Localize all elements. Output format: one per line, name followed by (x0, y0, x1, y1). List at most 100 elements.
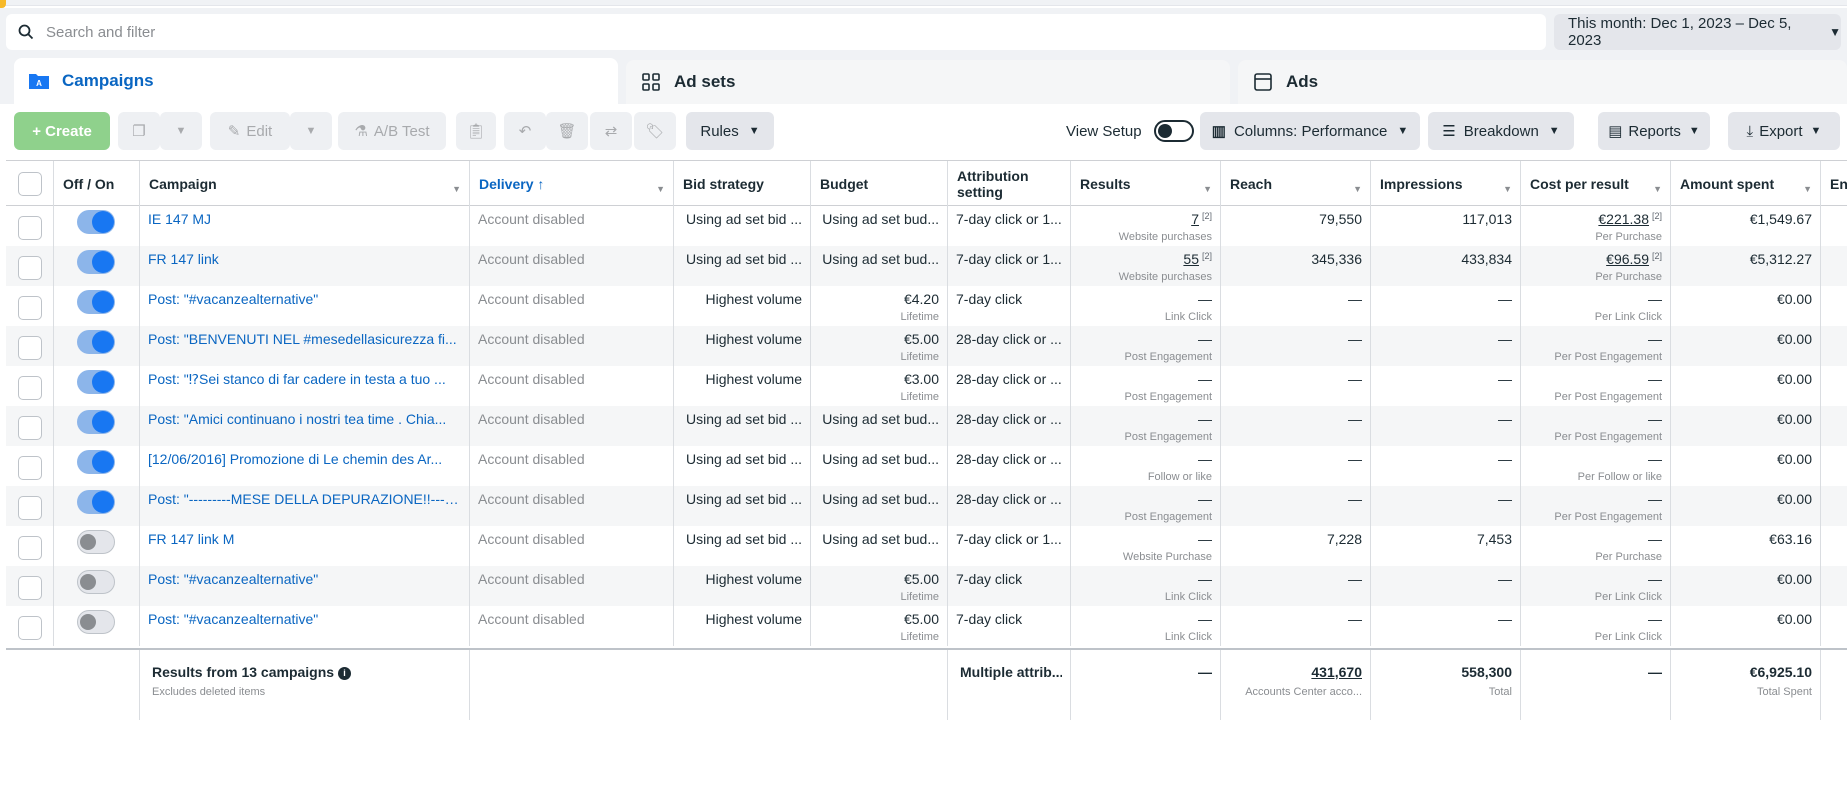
reach-cell: — (1221, 606, 1371, 646)
row-checkbox[interactable] (18, 576, 42, 600)
campaign-name[interactable]: Post: "Amici continuano i nostri tea tim… (148, 411, 446, 427)
row-checkbox[interactable] (18, 256, 42, 280)
table-row[interactable]: FR 147 link Account disabled Using ad set … (6, 246, 1847, 286)
row-checkbox[interactable] (18, 416, 42, 440)
table-row[interactable]: Post: "#vacanzealternative" Account disab… (6, 566, 1847, 606)
amount-spent: €0.00 (1776, 491, 1812, 507)
results-sub: Follow or like (1147, 471, 1212, 483)
clipboard-button[interactable]: 📋︎ (456, 112, 496, 150)
campaign-toggle[interactable] (77, 290, 115, 314)
cost-per-result-sub: Per Post Engagement (1554, 351, 1662, 363)
table-row[interactable]: Post: "#vacanzealternative" Account disab… (6, 606, 1847, 646)
table-row[interactable]: [12/06/2016] Promozione di Le chemin des… (6, 446, 1847, 486)
results[interactable]: 7 (1191, 211, 1199, 227)
campaign-name[interactable]: Post: "⁉Sei stanco di far cadere in test… (148, 371, 446, 387)
table-row[interactable]: FR 147 link M Account disabled Using ad se… (6, 526, 1847, 566)
row-checkbox[interactable] (18, 336, 42, 360)
campaign-name[interactable]: Post: "BENVENUTI NEL #mesedellasicurezza… (148, 331, 457, 347)
campaign-name[interactable]: FR 147 link (148, 251, 219, 267)
reach-cell: 345,336 (1221, 246, 1371, 286)
campaign-name[interactable]: Post: "---------MESE DELLA DEPURAZIONE!!… (148, 491, 461, 507)
edit-button[interactable]: ✎ Edit (210, 112, 290, 150)
reports-button[interactable]: ▤ Reports ▼ (1598, 112, 1710, 150)
header-cost-per-result[interactable]: Cost per result ▼ (1521, 161, 1671, 207)
date-range-button[interactable]: This month: Dec 1, 2023 – Dec 5, 2023 ▼ (1554, 14, 1841, 50)
row-checkbox[interactable] (18, 296, 42, 320)
table-row[interactable]: Post: "BENVENUTI NEL #mesedellasicurezza… (6, 326, 1847, 366)
end-cell (1821, 286, 1847, 326)
campaign-name[interactable]: FR 147 link M (148, 531, 234, 547)
create-button[interactable]: + Create (14, 112, 110, 150)
delete-button[interactable]: 🗑︎ (546, 112, 588, 150)
chk-cell (6, 406, 54, 446)
header-attribution[interactable]: Attribution setting (948, 161, 1071, 207)
export-label: Export (1759, 122, 1803, 140)
duplicate-button[interactable]: ❐ (118, 112, 160, 150)
campaign-toggle[interactable] (77, 530, 115, 554)
attribution-setting: 28-day click or ... (956, 331, 1062, 347)
bid-strategy: Using ad set bid ... (686, 251, 802, 267)
bid-strategy: Using ad set bid ... (686, 491, 802, 507)
header-ends[interactable]: En (1821, 161, 1847, 207)
row-checkbox[interactable] (18, 616, 42, 640)
campaign-name[interactable]: IE 147 MJ (148, 211, 211, 227)
columns-button[interactable]: ▥ Columns: Performance ▼ (1200, 112, 1420, 150)
info-icon[interactable]: i (337, 666, 351, 680)
row-checkbox[interactable] (18, 536, 42, 560)
ab-test-button[interactable]: ⚗ A/B Test (338, 112, 446, 150)
header-results[interactable]: Results ▼ (1071, 161, 1221, 207)
campaign-name[interactable]: Post: "#vacanzealternative" (148, 291, 318, 307)
footer-empty (470, 650, 948, 720)
header-reach[interactable]: Reach ▼ (1221, 161, 1371, 207)
table-row[interactable]: Post: "#vacanzealternative" Account disab… (6, 286, 1847, 326)
view-setup-toggle[interactable] (1153, 120, 1194, 142)
breakdown-button[interactable]: ☰ Breakdown ▼ (1428, 112, 1574, 150)
attribution-setting-cell: 28-day click or ... (948, 406, 1071, 446)
campaign-toggle[interactable] (77, 210, 115, 234)
table-row[interactable]: Post: "⁉Sei stanco di far cadere in test… (6, 366, 1847, 406)
cost-per-result[interactable]: €96.59 (1606, 251, 1649, 267)
tab-campaigns[interactable]: A Campaigns (14, 58, 618, 104)
campaign-name[interactable]: [12/06/2016] Promozione di Le chemin des… (148, 451, 442, 467)
campaign-toggle[interactable] (77, 610, 115, 634)
results[interactable]: 55 (1183, 251, 1199, 267)
reach-cell: — (1221, 406, 1371, 446)
campaign-toggle[interactable] (77, 490, 115, 514)
tab-ads[interactable]: Ads (1238, 60, 1847, 104)
cost-per-result[interactable]: €221.38 (1598, 211, 1649, 227)
row-checkbox[interactable] (18, 216, 42, 240)
header-budget[interactable]: Budget (811, 161, 948, 207)
campaign-name[interactable]: Post: "#vacanzealternative" (148, 611, 318, 627)
tab-ad-sets[interactable]: Ad sets (626, 60, 1230, 104)
footer-reach-value[interactable]: 431,670 (1233, 664, 1362, 680)
preview-button[interactable]: ⇄ (590, 112, 632, 150)
impressions-cell: 117,013 (1371, 206, 1521, 246)
select-all-checkbox[interactable] (18, 172, 42, 196)
edit-dropdown-button[interactable]: ▼ (290, 112, 332, 150)
row-checkbox[interactable] (18, 376, 42, 400)
campaign-toggle[interactable] (77, 330, 115, 354)
campaign-name[interactable]: Post: "#vacanzealternative" (148, 571, 318, 587)
campaign-toggle[interactable] (77, 370, 115, 394)
cost-per-result-sub: Per Purchase (1595, 231, 1662, 243)
table-row[interactable]: Post: "Amici continuano i nostri tea tim… (6, 406, 1847, 446)
undo-button[interactable]: ↶ (504, 112, 546, 150)
header-delivery[interactable]: Delivery ↑ ▼ (470, 161, 674, 207)
rules-button[interactable]: Rules ▼ (686, 112, 774, 150)
header-bid-strategy[interactable]: Bid strategy (674, 161, 811, 207)
row-checkbox[interactable] (18, 456, 42, 480)
header-campaign[interactable]: Campaign ▼ (140, 161, 470, 207)
campaign-toggle[interactable] (77, 450, 115, 474)
search-input[interactable]: Search and filter (6, 14, 1546, 50)
row-checkbox[interactable] (18, 496, 42, 520)
campaign-toggle[interactable] (77, 250, 115, 274)
duplicate-dropdown-button[interactable]: ▼ (160, 112, 202, 150)
table-row[interactable]: Post: "---------MESE DELLA DEPURAZIONE!!… (6, 486, 1847, 526)
header-amount-spent[interactable]: Amount spent ▼ (1671, 161, 1821, 207)
campaign-toggle[interactable] (77, 570, 115, 594)
export-button[interactable]: ⤓ Export ▼ (1728, 112, 1840, 150)
tag-button[interactable]: 🏷︎ (634, 112, 676, 150)
table-row[interactable]: IE 147 MJ Account disabled Using ad set bi… (6, 206, 1847, 246)
campaign-toggle[interactable] (77, 410, 115, 434)
header-impressions[interactable]: Impressions ▼ (1371, 161, 1521, 207)
